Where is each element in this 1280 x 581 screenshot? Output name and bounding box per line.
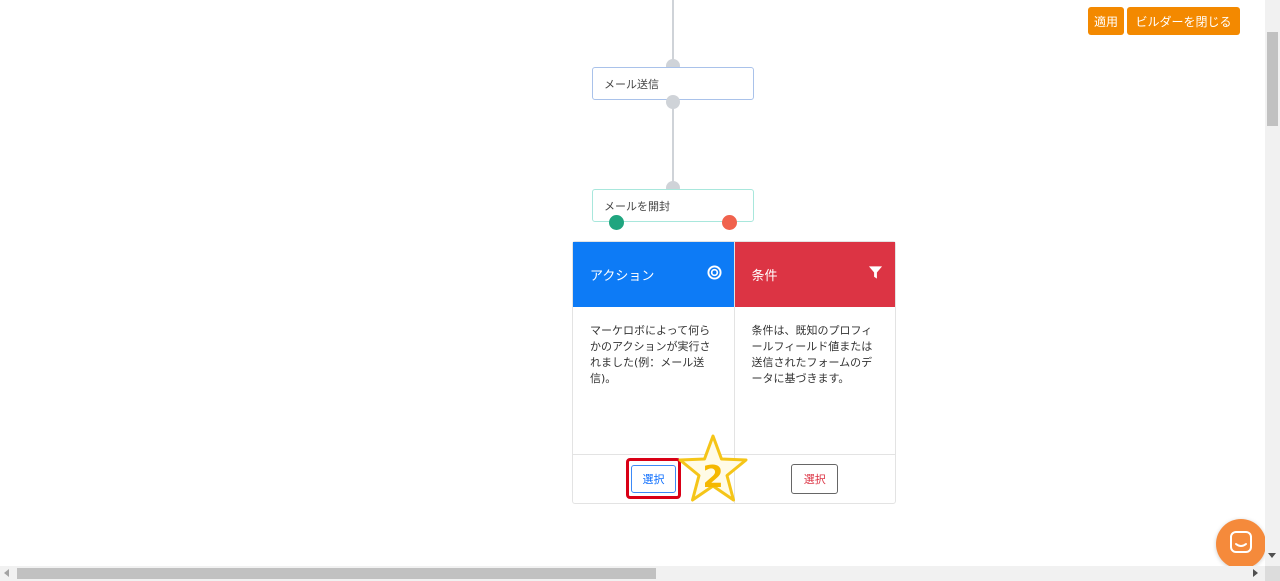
- close-builder-button[interactable]: ビルダーを閉じる: [1127, 7, 1240, 35]
- vertical-scrollbar[interactable]: [1265, 0, 1280, 566]
- no-port[interactable]: [722, 215, 737, 230]
- condition-option: 条件 条件は、既知のプロフィールフィールド値または送信されたフォームのデータに基…: [733, 242, 896, 503]
- condition-footer: 選択: [735, 455, 896, 503]
- horizontal-scrollbar[interactable]: [0, 566, 1265, 581]
- target-icon: [706, 265, 722, 284]
- action-header: アクション: [573, 242, 734, 307]
- condition-title: 条件: [751, 269, 778, 284]
- chat-icon: [1229, 530, 1253, 558]
- action-select-button[interactable]: 選択: [631, 464, 676, 493]
- condition-description: 条件は、既知のプロフィールフィールド値または送信されたフォームのデータに基づきま…: [734, 307, 895, 455]
- condition-select-button[interactable]: 選択: [791, 464, 839, 494]
- node-label: メールを開封: [604, 199, 670, 213]
- highlight-frame: 選択: [626, 458, 681, 499]
- apply-button[interactable]: 適用: [1088, 7, 1124, 35]
- filter-icon: [868, 265, 883, 284]
- connector-line: [672, 103, 674, 183]
- horizontal-scroll-thumb[interactable]: [17, 568, 656, 579]
- campaign-builder-canvas: メール送信 メールを開封 アクション マーケロボによって何らかのアクションが実行…: [0, 0, 1265, 566]
- scroll-down-icon[interactable]: [1268, 553, 1276, 558]
- scroll-left-icon[interactable]: [4, 569, 9, 577]
- connector-line: [672, 0, 674, 64]
- scroll-right-icon[interactable]: [1253, 569, 1258, 577]
- step-star-icon: 2: [677, 433, 749, 505]
- node-label: メール送信: [604, 77, 659, 91]
- action-title: アクション: [590, 269, 655, 284]
- step-number: 2: [703, 460, 724, 495]
- vertical-scroll-thumb[interactable]: [1267, 32, 1278, 126]
- scrollbar-corner: [1265, 566, 1280, 581]
- condition-header: 条件: [734, 242, 895, 307]
- yes-port[interactable]: [609, 215, 624, 230]
- chat-launcher-button[interactable]: [1216, 519, 1266, 569]
